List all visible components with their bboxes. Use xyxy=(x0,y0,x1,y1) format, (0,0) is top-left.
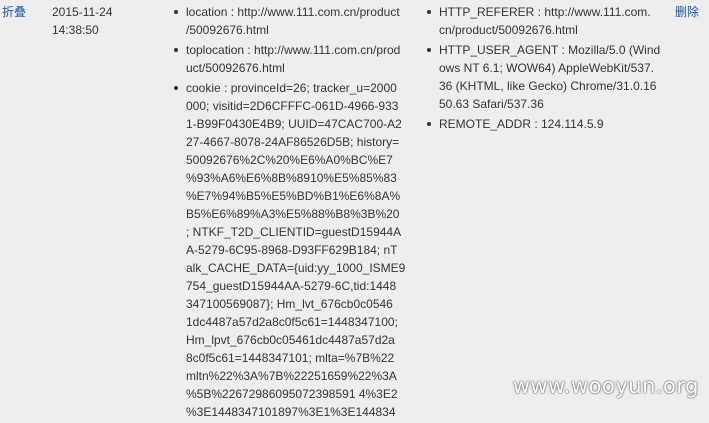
server-item-remote-addr: REMOTE_ADDR : 124.114.5.9 xyxy=(425,115,665,133)
request-item-location: location : http://www.111.com.cn/product… xyxy=(172,3,408,39)
request-info-list: location : http://www.111.com.cn/product… xyxy=(172,3,408,423)
log-entry-row: 折叠 2015-11-24 14:38:50 location : http:/… xyxy=(0,0,709,419)
request-item-text: toplocation : http://www.111.com.cn/prod… xyxy=(186,43,401,75)
server-item-text: REMOTE_ADDR : 124.114.5.9 xyxy=(439,117,604,131)
delete-link[interactable]: 删除 xyxy=(675,3,699,21)
server-item-user-agent: HTTP_USER_AGENT : Mozilla/5.0 (Wind ows … xyxy=(425,41,665,113)
watermark: www.wooyun.org xyxy=(512,374,699,398)
timestamp-time: 14:38:50 xyxy=(52,23,99,37)
server-item-text: HTTP_USER_AGENT : Mozilla/5.0 (Wind ows … xyxy=(439,43,661,111)
request-item-text: location : http://www.111.com.cn/product… xyxy=(186,5,400,37)
request-item-toplocation: toplocation : http://www.111.com.cn/prod… xyxy=(172,41,408,77)
request-item-text: cookie : provinceId=26; tracker_u=2000 0… xyxy=(186,81,406,419)
server-item-text: HTTP_REFERER : http://www.111.com. cn/pr… xyxy=(439,5,651,37)
timestamp: 2015-11-24 14:38:50 xyxy=(52,3,113,39)
server-info-list: HTTP_REFERER : http://www.111.com. cn/pr… xyxy=(425,3,665,135)
server-item-referer: HTTP_REFERER : http://www.111.com. cn/pr… xyxy=(425,3,665,39)
timestamp-date: 2015-11-24 xyxy=(52,5,113,19)
collapse-link[interactable]: 折叠 xyxy=(2,3,26,21)
request-item-cookie: cookie : provinceId=26; tracker_u=2000 0… xyxy=(172,79,408,421)
